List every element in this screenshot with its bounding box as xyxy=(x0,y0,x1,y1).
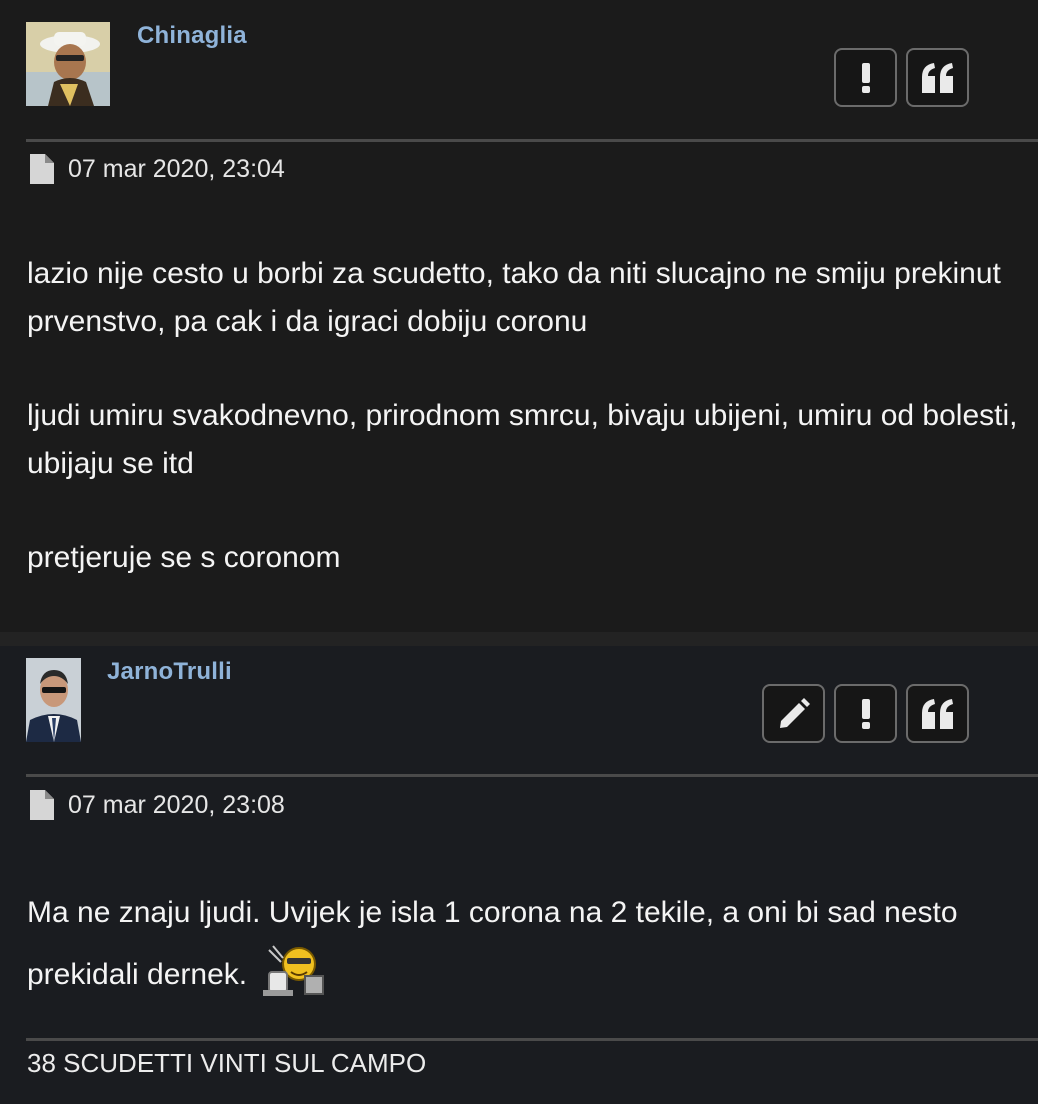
document-icon xyxy=(30,154,54,184)
post-paragraph: ljudi umiru svakodnevno, prirodnom smrcu… xyxy=(27,399,1018,480)
post-text: Ma ne znaju ljudi. Uvijek je isla 1 coro… xyxy=(27,896,958,991)
avatar[interactable] xyxy=(26,658,81,742)
report-button[interactable] xyxy=(834,48,897,107)
post-actions xyxy=(762,684,969,743)
divider xyxy=(26,774,1038,777)
user-avatar-icon xyxy=(26,22,110,106)
quote-button[interactable] xyxy=(906,48,969,107)
post-actions xyxy=(834,48,969,107)
report-icon xyxy=(861,62,870,93)
username[interactable]: JarnoTrulli xyxy=(107,658,232,686)
post-meta: 07 mar 2020, 23:08 xyxy=(30,790,285,820)
avatar[interactable] xyxy=(26,22,110,106)
post-paragraph: pretjeruje se s coronom xyxy=(27,541,341,574)
user-avatar-icon xyxy=(26,658,81,742)
edit-button[interactable] xyxy=(762,684,825,743)
post-paragraph: lazio nije cesto u borbi za scudetto, ta… xyxy=(27,257,1001,338)
signature-divider xyxy=(26,1038,1038,1041)
quote-button[interactable] xyxy=(906,684,969,743)
post-jarnotrulli: JarnoTrulli 07 mar 2020, 23:08 Ma ne zna… xyxy=(0,646,1038,1104)
post-date[interactable]: 07 mar 2020, 23:08 xyxy=(68,791,285,820)
report-button[interactable] xyxy=(834,684,897,743)
post-separator xyxy=(0,632,1038,646)
user-signature: 38 SCUDETTI VINTI SUL CAMPO xyxy=(27,1048,427,1078)
username[interactable]: Chinaglia xyxy=(137,22,247,50)
document-icon xyxy=(30,790,54,820)
post-chinaglia: Chinaglia 07 mar 2020, 23:04 lazio nije … xyxy=(0,0,1038,632)
edit-icon xyxy=(779,697,810,728)
post-content: Ma ne znaju ljudi. Uvijek je isla 1 coro… xyxy=(27,884,1032,1018)
quote-icon xyxy=(921,698,953,729)
post-date[interactable]: 07 mar 2020, 23:04 xyxy=(68,155,285,184)
post-meta: 07 mar 2020, 23:04 xyxy=(30,154,285,184)
quote-icon xyxy=(921,62,953,93)
report-icon xyxy=(861,698,870,729)
post-content: lazio nije cesto u borbi za scudetto, ta… xyxy=(27,250,1032,582)
drinking-smiley-icon xyxy=(261,942,327,1018)
divider xyxy=(26,139,1038,142)
